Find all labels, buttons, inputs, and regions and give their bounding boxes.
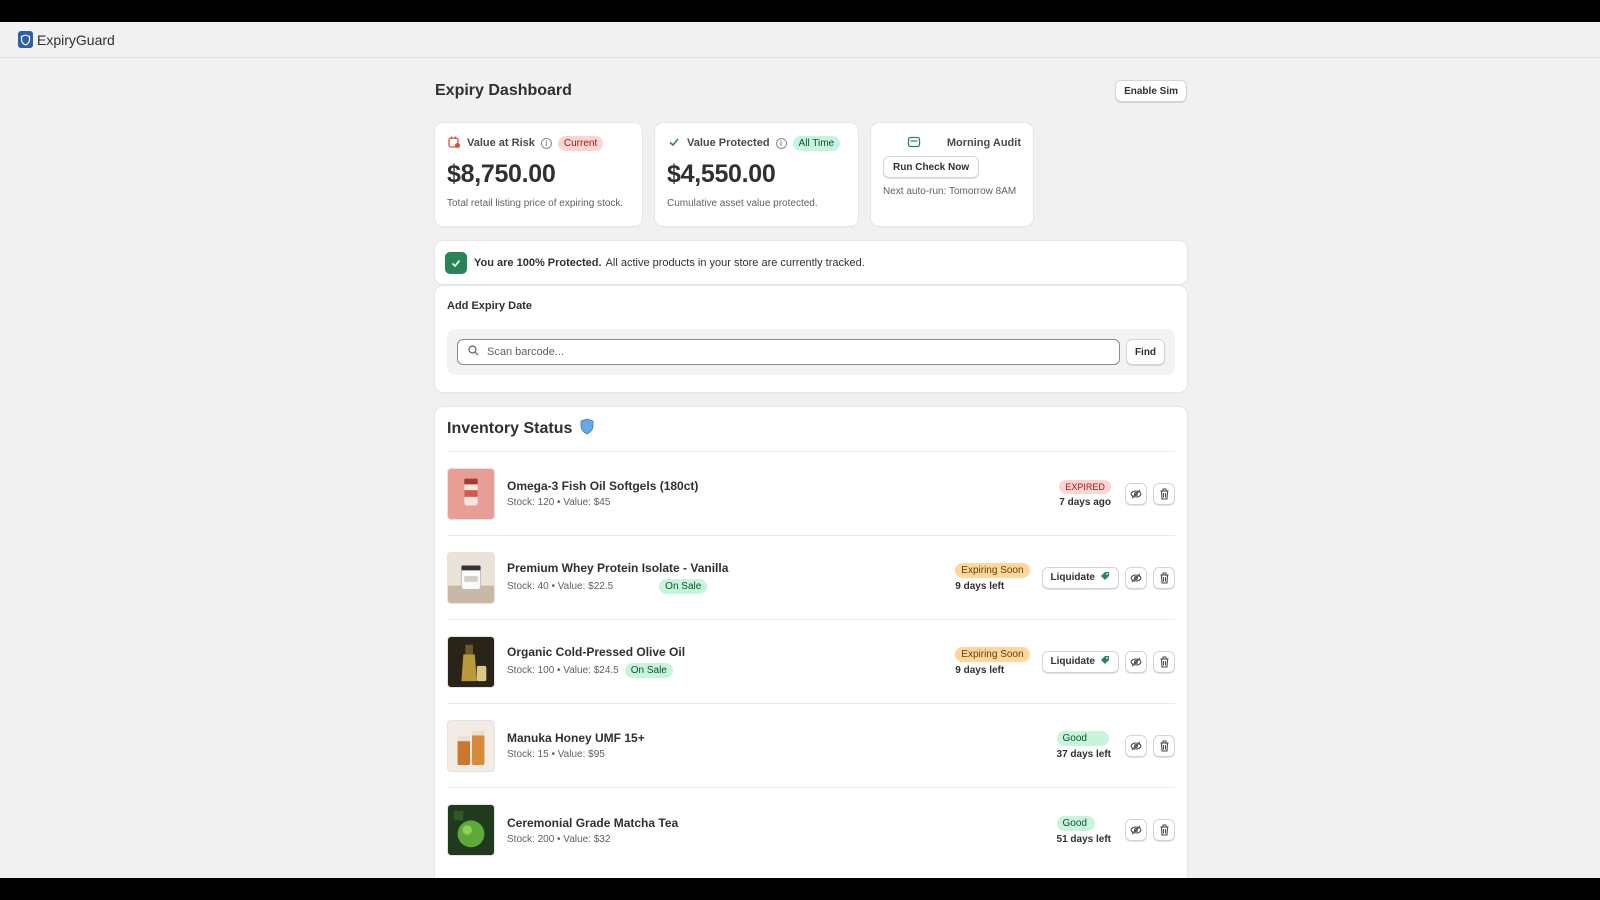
barcode-search-input[interactable]: Scan barcode... (457, 339, 1120, 365)
hide-eye-off-icon[interactable] (1125, 482, 1147, 505)
inventory-row: Ceremonial Grade Matcha Tea Stock: 200 •… (447, 788, 1175, 872)
check-badge-icon (445, 251, 467, 274)
product-meta: Stock: 15 • Value: $95 (507, 749, 605, 760)
checkmark-icon (667, 135, 681, 152)
hide-eye-off-icon[interactable] (1125, 819, 1147, 841)
kpi-label: Value Protected (687, 137, 770, 149)
product-meta: Stock: 120 • Value: $45 (507, 497, 611, 508)
dashboard-page: Expiry Dashboard Enable Sim Value at Ris… (435, 78, 1187, 878)
days-remaining: 9 days left (955, 665, 1005, 676)
hide-eye-off-icon[interactable] (1125, 734, 1147, 757)
section-title: Add Expiry Date (447, 300, 532, 312)
product-name: Manuka Honey UMF 15+ (507, 731, 645, 745)
brand[interactable]: ExpiryGuard (18, 31, 115, 48)
all-time-badge: All Time (792, 135, 841, 151)
hide-eye-off-icon[interactable] (1125, 650, 1147, 673)
protection-banner: You are 100% Protected. All active produ… (435, 241, 1187, 284)
calendar-alert-icon (447, 135, 461, 152)
product-name: Ceremonial Grade Matcha Tea (507, 815, 679, 830)
info-icon[interactable]: i (540, 137, 552, 149)
app-name: ExpiryGuard (37, 31, 115, 48)
info-icon[interactable]: i (775, 137, 787, 149)
days-remaining: 9 days left (955, 581, 1005, 592)
delete-trash-icon[interactable] (1153, 650, 1175, 673)
kpi-note: Total retail listing price of expiring s… (447, 198, 624, 209)
current-badge: Current (557, 135, 604, 151)
inventory-row: Omega-3 Fish Oil Softgels (180ct) Stock:… (447, 452, 1175, 536)
liquidate-label: Liquidate (1050, 656, 1095, 667)
value-at-risk-card: Value at Risk i Current $8,750.00 Total … (435, 123, 642, 226)
product-thumbnail (447, 719, 495, 772)
kpi-note: Cumulative asset value protected. (667, 198, 818, 209)
value-protected-amount: $4,550.00 (667, 160, 776, 188)
days-remaining: 7 days ago (1059, 496, 1111, 508)
product-thumbnail (447, 804, 495, 856)
delete-trash-icon[interactable] (1153, 734, 1175, 757)
page-title: Expiry Dashboard (435, 82, 572, 99)
product-meta: Stock: 40 • Value: $22.5 (507, 581, 614, 592)
inventory-status-card: Inventory Status Omega-3 Fish Oil Softge… (435, 407, 1187, 878)
inventory-row: Manuka Honey UMF 15+ Stock: 15 • Value: … (447, 704, 1175, 788)
status-badge: Expiring Soon (955, 563, 1030, 578)
liquidate-label: Liquidate (1050, 572, 1095, 583)
shield-logo-icon (18, 31, 33, 48)
run-check-now-button[interactable]: Run Check Now (883, 156, 980, 178)
inventory-row: Organic Cold-Pressed Olive Oil Stock: 10… (447, 620, 1175, 704)
on-sale-badge: On Sale (659, 579, 708, 594)
find-button[interactable]: Find (1126, 339, 1165, 365)
enable-sim-button[interactable]: Enable Sim (1115, 80, 1187, 102)
product-thumbnail (447, 467, 495, 520)
app-window: ExpiryGuard Expiry Dashboard Enable Sim … (0, 22, 1600, 878)
hide-eye-off-icon[interactable] (1125, 566, 1147, 589)
kpi-label: Value at Risk (467, 137, 535, 149)
delete-trash-icon[interactable] (1153, 482, 1175, 505)
banner-title: You are 100% Protected. (474, 256, 602, 269)
kpi-label: Morning Audit (946, 137, 1021, 149)
section-title: Inventory Status (447, 420, 573, 437)
add-expiry-card: Add Expiry Date Scan barcode... Find (435, 286, 1187, 392)
banner-text: All active products in your store are cu… (605, 256, 865, 269)
on-sale-badge: On Sale (624, 663, 673, 678)
product-meta: Stock: 200 • Value: $32 (507, 833, 611, 845)
product-name: Organic Cold-Pressed Olive Oil (507, 645, 686, 659)
value-protected-card: Value Protected i All Time $4,550.00 Cum… (655, 123, 858, 226)
tag-icon (1100, 655, 1110, 668)
search-icon (468, 345, 479, 359)
product-meta: Stock: 100 • Value: $24.5 (507, 665, 619, 676)
days-remaining: 37 days left (1056, 749, 1111, 760)
shield-icon (580, 418, 594, 440)
product-thumbnail (447, 635, 495, 688)
product-name: Premium Whey Protein Isolate - Vanilla (507, 561, 729, 575)
tag-icon (1100, 571, 1110, 584)
delete-trash-icon[interactable] (1153, 566, 1175, 589)
status-badge: Good (1056, 815, 1095, 831)
search-placeholder: Scan barcode... (487, 346, 565, 358)
value-at-risk-amount: $8,750.00 (447, 160, 556, 188)
top-bar: ExpiryGuard (0, 22, 1600, 58)
inventory-row: Premium Whey Protein Isolate - Vanilla S… (447, 536, 1175, 620)
product-name: Omega-3 Fish Oil Softgels (180ct) (507, 479, 699, 493)
liquidate-button[interactable]: Liquidate (1041, 650, 1119, 673)
status-badge: EXPIRED (1059, 479, 1111, 494)
delete-trash-icon[interactable] (1153, 819, 1175, 841)
days-remaining: 51 days left (1056, 833, 1111, 845)
status-badge: Good (1056, 731, 1109, 746)
next-run-note: Next auto-run: Tomorrow 8AM (883, 186, 1017, 197)
liquidate-button[interactable]: Liquidate (1041, 566, 1119, 589)
status-badge: Expiring Soon (955, 647, 1030, 662)
mail-icon (907, 136, 921, 151)
morning-audit-card: Morning Audit Run Check Now Next auto-ru… (871, 123, 1033, 226)
product-thumbnail (447, 551, 495, 604)
